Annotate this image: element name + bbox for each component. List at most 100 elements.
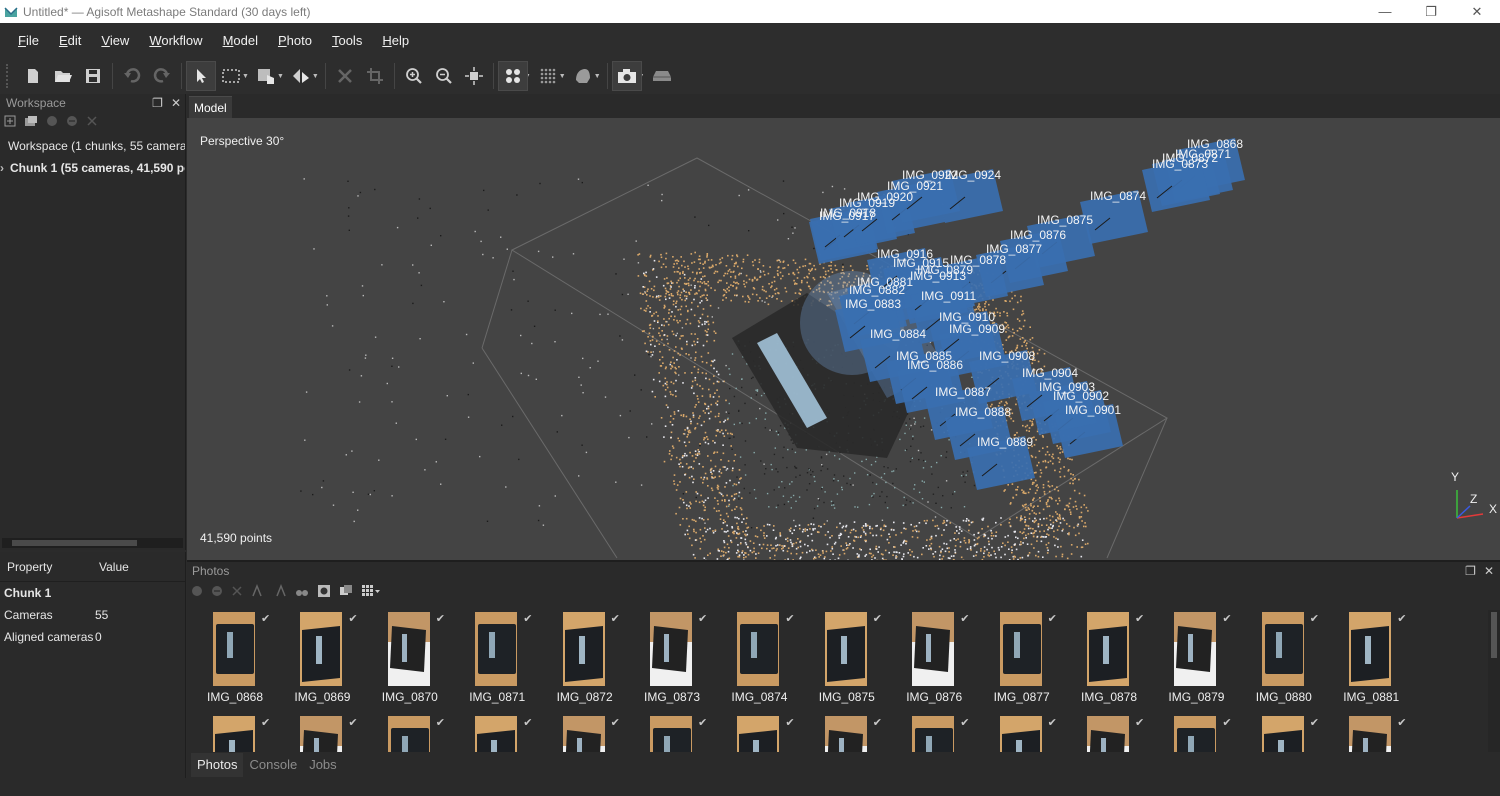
point-cloud-dot: [353, 520, 355, 523]
tab-jobs[interactable]: Jobs: [303, 753, 342, 777]
point-cloud-dot: [835, 269, 838, 271]
zoom-out-button[interactable]: [429, 61, 459, 91]
add-photos-icon[interactable]: [24, 115, 38, 127]
scrollbar-thumb[interactable]: [1491, 612, 1497, 658]
tree-row-workspace[interactable]: Workspace (1 chunks, 55 cameras, 41,590 …: [0, 135, 185, 157]
expand-chevron-icon[interactable]: ›: [0, 161, 4, 175]
rectangle-selection-button[interactable]: [216, 61, 246, 91]
aligned-check-icon: ✔: [523, 717, 533, 729]
aligned-check-icon: ✔: [960, 717, 970, 729]
photo-thumbnail[interactable]: ✔: [906, 716, 992, 752]
show-dense-cloud-button[interactable]: [533, 61, 563, 91]
mask-icon[interactable]: [317, 584, 331, 598]
crop-selection-button[interactable]: [360, 61, 390, 91]
photo-thumbnail[interactable]: ✔: [1081, 716, 1167, 752]
open-button[interactable]: [48, 61, 78, 91]
point-cloud-dot: [779, 533, 782, 536]
undo-button[interactable]: [117, 61, 147, 91]
photo-thumbnail[interactable]: ✔: [469, 716, 555, 752]
remove-camera-icon[interactable]: [231, 585, 243, 597]
point-cloud-dot: [766, 535, 768, 537]
point-cloud-dot: [1051, 515, 1054, 518]
delete-selection-button[interactable]: [330, 61, 360, 91]
add-chunk-icon[interactable]: [4, 115, 16, 127]
menu-photo[interactable]: Photo: [268, 23, 322, 58]
tab-console[interactable]: Console: [243, 753, 303, 777]
show-model-button[interactable]: [568, 61, 598, 91]
save-button[interactable]: [78, 61, 108, 91]
disabled-circle-icon[interactable]: [46, 115, 58, 127]
point-cloud-dot: [865, 553, 868, 556]
float-pane-icon[interactable]: ❐: [1465, 564, 1476, 578]
tab-model[interactable]: Model: [189, 96, 232, 118]
point-cloud-dot: [744, 402, 746, 405]
projection-label[interactable]: Perspective 30°: [200, 134, 284, 148]
point-cloud-dot: [849, 484, 852, 486]
menu-file[interactable]: File: [8, 23, 49, 58]
property-column-header[interactable]: Property: [0, 560, 92, 574]
scrollbar-thumb[interactable]: [12, 540, 137, 546]
camera-label: IMG_0886: [907, 358, 963, 372]
navigation-button[interactable]: [186, 61, 216, 91]
point-cloud-dot: [728, 402, 730, 405]
photo-thumbnail[interactable]: ✔: [819, 716, 905, 752]
point-cloud-dot: [990, 529, 992, 532]
show-region-button[interactable]: [647, 61, 677, 91]
float-pane-icon[interactable]: ❐: [152, 96, 163, 110]
binoculars-icon[interactable]: [295, 584, 309, 598]
redo-button[interactable]: [147, 61, 177, 91]
photo-thumbnail[interactable]: ✔: [557, 716, 643, 752]
menu-edit[interactable]: Edit: [49, 23, 91, 58]
menu-model[interactable]: Model: [213, 23, 268, 58]
toggle-mask-icon[interactable]: [339, 584, 353, 598]
tab-photos[interactable]: Photos: [191, 753, 244, 777]
show-cameras-button[interactable]: [611, 61, 642, 91]
toolbar-grip[interactable]: [6, 64, 12, 88]
value-column-header[interactable]: Value: [92, 560, 129, 574]
enable-camera-icon[interactable]: [191, 585, 203, 597]
menu-help[interactable]: Help: [372, 23, 419, 58]
close-button[interactable]: ✕: [1454, 0, 1500, 23]
remove-item-icon[interactable]: [66, 115, 78, 127]
menu-tools[interactable]: Tools: [322, 23, 372, 58]
point-cloud-dot: [806, 529, 808, 531]
photo-thumbnail[interactable]: ✔: [1168, 716, 1254, 752]
photos-vertical-scrollbar[interactable]: [1488, 610, 1500, 752]
menu-workflow[interactable]: Workflow: [139, 23, 212, 58]
point-cloud-dot: [896, 551, 898, 554]
minimize-button[interactable]: —: [1362, 0, 1408, 23]
point-cloud-dot: [672, 447, 675, 449]
rotate-left-icon[interactable]: [251, 584, 265, 598]
close-pane-icon[interactable]: ✕: [1484, 564, 1494, 578]
photo-thumbnail[interactable]: ✔: [294, 716, 380, 752]
tree-row-chunk[interactable]: › Chunk 1 (55 cameras, 41,590 points): [0, 157, 185, 179]
delete-item-icon[interactable]: [86, 115, 98, 127]
photo-thumbnail[interactable]: ✔: [207, 716, 293, 752]
rotate-object-button[interactable]: [286, 61, 316, 91]
zoom-in-button[interactable]: [399, 61, 429, 91]
photo-thumbnail[interactable]: ✔: [994, 716, 1080, 752]
restore-button[interactable]: ❐: [1408, 0, 1454, 23]
reset-view-button[interactable]: [459, 61, 489, 91]
scene-canvas[interactable]: IMG_0868IMG_0871IMG_0872IMG_0873IMG_0874…: [187, 118, 1500, 560]
rotate-right-icon[interactable]: [273, 584, 287, 598]
show-points-button[interactable]: [497, 61, 528, 91]
workspace-horizontal-scrollbar[interactable]: [2, 538, 183, 548]
view-mode-icon[interactable]: [361, 584, 381, 598]
disable-camera-icon[interactable]: [211, 585, 223, 597]
photo-thumbnail[interactable]: ✔: [1256, 716, 1342, 752]
move-region-button[interactable]: [251, 61, 281, 91]
new-document-button[interactable]: [18, 61, 48, 91]
menu-view[interactable]: View: [91, 23, 139, 58]
point-cloud-dot: [948, 439, 950, 441]
point-cloud-dot: [1078, 478, 1080, 481]
photo-thumbnail[interactable]: ✔: [1343, 716, 1429, 752]
close-pane-icon[interactable]: ✕: [171, 96, 181, 110]
point-cloud-dot: [720, 472, 723, 474]
point-cloud-dot: [364, 357, 367, 359]
model-viewport[interactable]: IMG_0868 IMG_0871 IMG_0872 IMG_0873 IMG_0874…: [187, 118, 1500, 560]
point-cloud-dot: [865, 534, 867, 536]
photo-thumbnail[interactable]: ✔: [731, 716, 817, 752]
photo-thumbnail[interactable]: ✔: [382, 716, 468, 752]
photo-thumbnail[interactable]: ✔: [644, 716, 730, 752]
